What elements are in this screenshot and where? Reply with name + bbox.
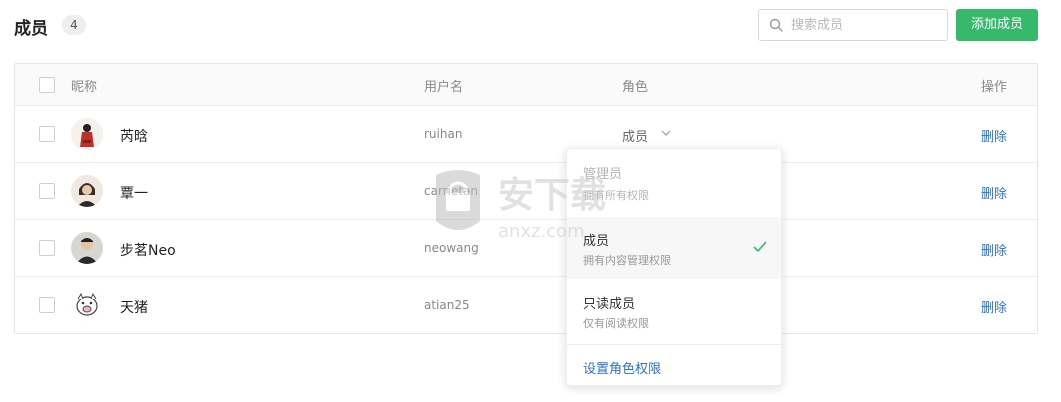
avatar-image-icon xyxy=(71,232,103,264)
delete-button[interactable]: 删除 xyxy=(981,183,1007,202)
select-all-checkbox[interactable] xyxy=(39,77,55,93)
role-select[interactable]: 成员 xyxy=(622,126,648,145)
role-option-readonly[interactable]: 只读成员 仅有阅读权限 xyxy=(567,281,781,343)
avatar xyxy=(71,175,103,207)
row-checkbox[interactable] xyxy=(39,297,55,313)
search-box[interactable] xyxy=(758,9,948,41)
add-member-button[interactable]: 添加成员 xyxy=(956,9,1038,41)
member-nickname: 覃一 xyxy=(120,186,148,202)
role-option-title: 只读成员 xyxy=(583,297,636,312)
role-dropdown-menu: 管理员 拥有所有权限 成员 拥有内容管理权限 只读成员 仅有阅读权限 设置角色权… xyxy=(566,148,782,386)
role-option-desc: 拥有所有权限 xyxy=(583,189,649,202)
table-row: 天猪 atian25 删除 xyxy=(15,277,1037,334)
row-checkbox[interactable] xyxy=(39,126,55,142)
avatar-image-icon xyxy=(71,175,103,207)
search-input[interactable] xyxy=(791,15,941,35)
role-settings-link[interactable]: 设置角色权限 xyxy=(583,358,661,377)
avatar-image-icon xyxy=(71,118,103,150)
role-option-admin[interactable]: 管理员 拥有所有权限 xyxy=(567,149,781,215)
role-option-title: 成员 xyxy=(583,234,610,249)
table-row: 芮晗 ruihan 成员 删除 xyxy=(15,106,1037,163)
avatar-image-icon xyxy=(71,289,103,321)
avatar xyxy=(71,118,103,150)
member-username: atian25 xyxy=(424,298,470,312)
member-nickname: 天猪 xyxy=(120,300,148,316)
member-username: ruihan xyxy=(424,127,463,141)
member-nickname: 芮晗 xyxy=(120,129,148,145)
column-header-role: 角色 xyxy=(622,80,649,95)
table-header: 昵称 用户名 角色 操作 xyxy=(15,64,1037,106)
members-table: 昵称 用户名 角色 操作 芮晗 ruihan 成员 删除 覃一 carrieta… xyxy=(14,63,1038,334)
column-header-username: 用户名 xyxy=(424,80,464,95)
page-header: 成员 4 添加成员 xyxy=(0,0,1061,52)
role-option-desc: 仅有阅读权限 xyxy=(583,317,649,330)
delete-button[interactable]: 删除 xyxy=(981,240,1007,259)
page-title: 成员 xyxy=(14,19,48,39)
dropdown-divider xyxy=(567,344,781,345)
role-option-title: 管理员 xyxy=(583,167,623,182)
column-header-actions: 操作 xyxy=(981,80,1008,95)
avatar xyxy=(71,232,103,264)
check-icon xyxy=(753,241,767,253)
delete-button[interactable]: 删除 xyxy=(981,126,1007,145)
column-header-nickname: 昵称 xyxy=(71,80,98,95)
search-icon xyxy=(769,18,783,32)
member-nickname: 步茗Neo xyxy=(120,243,176,259)
role-option-member[interactable]: 成员 拥有内容管理权限 xyxy=(567,217,781,279)
table-row: 步茗Neo neowang 删除 xyxy=(15,220,1037,277)
table-row: 覃一 carrietan 删除 xyxy=(15,163,1037,220)
role-option-desc: 拥有内容管理权限 xyxy=(583,254,671,267)
member-username: neowang xyxy=(424,241,479,255)
chevron-down-icon[interactable] xyxy=(661,128,671,138)
member-count-badge: 4 xyxy=(62,15,86,35)
avatar xyxy=(71,289,103,321)
row-checkbox[interactable] xyxy=(39,240,55,256)
delete-button[interactable]: 删除 xyxy=(981,297,1007,316)
row-checkbox[interactable] xyxy=(39,183,55,199)
member-username: carrietan xyxy=(424,184,478,198)
